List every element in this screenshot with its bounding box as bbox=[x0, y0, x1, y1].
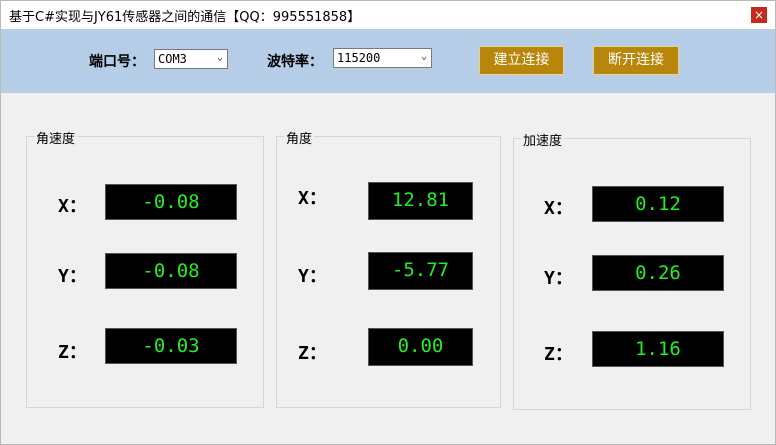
baud-select[interactable]: 115200 ⌄ bbox=[333, 48, 432, 68]
acceleration-z-label: Z： bbox=[544, 344, 573, 365]
chevron-down-icon: ⌄ bbox=[420, 51, 427, 62]
angle-y-display: -5.77 bbox=[368, 252, 473, 290]
connection-toolbar: 端口号： COM3 ⌄ 波特率： 115200 ⌄ 建立连接 断开连接 bbox=[1, 29, 775, 93]
group-title-angular-velocity: 角速度 bbox=[34, 128, 78, 147]
close-icon: × bbox=[753, 8, 765, 22]
angular-velocity-x-display: -0.08 bbox=[105, 184, 237, 220]
window-title: 基于C#实现与JY61传感器之间的通信【QQ：995551858】 bbox=[9, 10, 361, 25]
acceleration-y-label: Y： bbox=[544, 268, 573, 289]
angle-x-label: X： bbox=[298, 188, 327, 209]
baud-label: 波特率： bbox=[267, 54, 323, 70]
main-window: 基于C#实现与JY61传感器之间的通信【QQ：995551858】 × 端口号：… bbox=[0, 0, 776, 445]
acceleration-x-display: 0.12 bbox=[592, 186, 724, 222]
chevron-down-icon: ⌄ bbox=[216, 52, 223, 63]
angular-velocity-x-label: X： bbox=[58, 196, 87, 217]
baud-select-value: 115200 bbox=[337, 51, 381, 65]
acceleration-y-display: 0.26 bbox=[592, 255, 724, 291]
angle-y-label: Y： bbox=[298, 266, 327, 287]
acceleration-z-display: 1.16 bbox=[592, 331, 724, 367]
connect-button[interactable]: 建立连接 bbox=[479, 46, 564, 75]
angular-velocity-z-display: -0.03 bbox=[105, 328, 237, 364]
acceleration-x-label: X： bbox=[544, 198, 573, 219]
port-label: 端口号： bbox=[89, 54, 145, 70]
group-title-angle: 角度 bbox=[284, 128, 315, 147]
angular-velocity-y-label: Y： bbox=[58, 266, 87, 287]
close-button[interactable]: × bbox=[751, 7, 767, 23]
port-select[interactable]: COM3 ⌄ bbox=[154, 49, 228, 69]
angle-x-display: 12.81 bbox=[368, 182, 473, 220]
angular-velocity-z-label: Z： bbox=[58, 342, 87, 363]
angular-velocity-y-display: -0.08 bbox=[105, 253, 237, 289]
disconnect-button[interactable]: 断开连接 bbox=[593, 46, 679, 75]
angle-z-label: Z： bbox=[298, 343, 327, 364]
port-select-value: COM3 bbox=[158, 52, 187, 66]
title-bar: 基于C#实现与JY61传感器之间的通信【QQ：995551858】 × bbox=[1, 1, 775, 29]
group-title-acceleration: 加速度 bbox=[521, 130, 565, 149]
angle-z-display: 0.00 bbox=[368, 328, 473, 366]
